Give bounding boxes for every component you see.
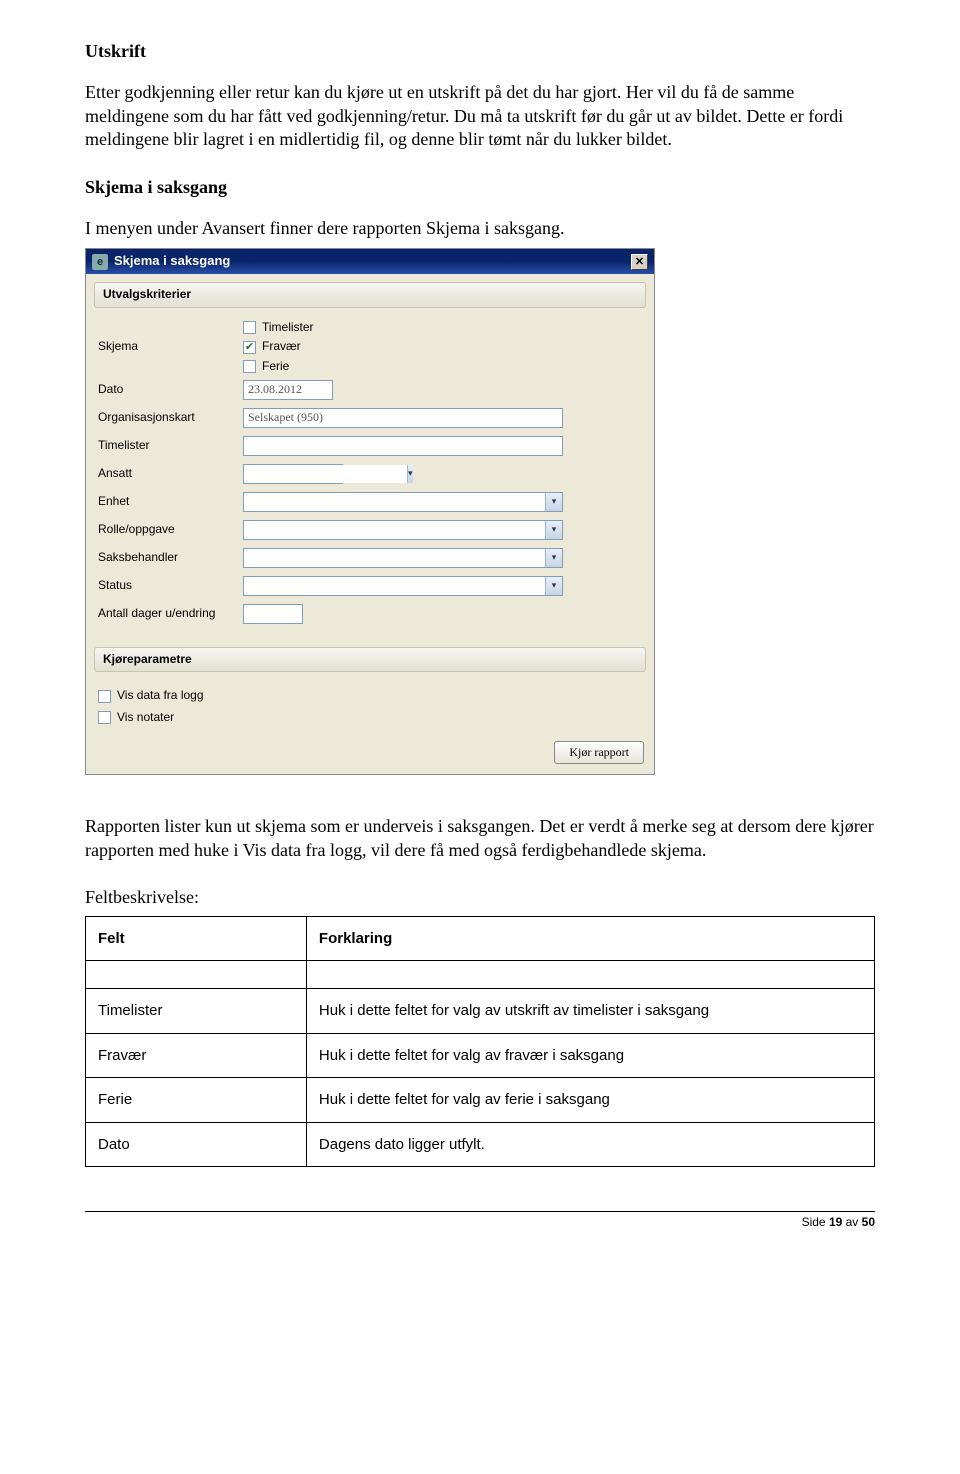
checkbox-ferie[interactable] — [243, 360, 256, 373]
label-skjema: Skjema — [98, 339, 243, 355]
para-1: Etter godkjenning eller retur kan du kjø… — [85, 81, 875, 151]
checkbox-fravaer-label: Fravær — [262, 339, 301, 355]
chevron-down-icon[interactable]: ▾ — [407, 465, 413, 483]
label-saksbehandler: Saksbehandler — [98, 550, 243, 566]
input-dato[interactable] — [243, 380, 333, 400]
app-icon: e — [92, 254, 108, 270]
chevron-down-icon[interactable]: ▾ — [545, 521, 562, 539]
dialog-titlebar: e Skjema i saksgang ✕ — [86, 249, 654, 274]
cell-felt: Timelister — [86, 989, 307, 1034]
combo-enhet[interactable]: ▾ — [243, 492, 563, 512]
combo-rolle-oppgave[interactable]: ▾ — [243, 520, 563, 540]
checkbox-vis-notater[interactable] — [98, 711, 111, 724]
table-header-felt: Felt — [86, 916, 307, 961]
chevron-down-icon[interactable]: ▾ — [545, 549, 562, 567]
label-enhet: Enhet — [98, 494, 243, 510]
checkbox-timelister[interactable] — [243, 321, 256, 334]
para-3: Rapporten lister kun ut skjema som er un… — [85, 815, 875, 862]
cell-felt: Ferie — [86, 1078, 307, 1123]
input-antall-dager[interactable] — [243, 604, 303, 624]
feltbeskrivelse-label: Feltbeskrivelse: — [85, 886, 875, 909]
cell-forklaring: Dagens dato ligger utfylt. — [306, 1122, 874, 1167]
cell-forklaring: Huk i dette feltet for valg av fravær i … — [306, 1033, 874, 1078]
para-2: I menyen under Avansert finner dere rapp… — [85, 217, 875, 240]
cell-felt: Dato — [86, 1122, 307, 1167]
checkbox-vis-notater-label: Vis notater — [117, 710, 174, 726]
table-header-forklaring: Forklaring — [306, 916, 874, 961]
combo-saksbehandler[interactable]: ▾ — [243, 548, 563, 568]
section-utvalgskriterier: Utvalgskriterier — [94, 282, 646, 308]
dialog-title: Skjema i saksgang — [114, 253, 230, 270]
cell-forklaring: Huk i dette feltet for valg av utskrift … — [306, 989, 874, 1034]
label-rolle-oppgave: Rolle/oppgave — [98, 522, 243, 538]
label-status: Status — [98, 578, 243, 594]
footer-total-pages: 50 — [862, 1215, 875, 1229]
checkbox-ferie-label: Ferie — [262, 359, 289, 375]
dialog-skjema-i-saksgang: e Skjema i saksgang ✕ Utvalgskriterier S… — [85, 248, 655, 775]
chevron-down-icon[interactable]: ▾ — [545, 577, 562, 595]
checkbox-vis-data-fra-logg[interactable] — [98, 690, 111, 703]
table-row: Fravær Huk i dette feltet for valg av fr… — [86, 1033, 875, 1078]
checkbox-timelister-label: Timelister — [262, 320, 314, 336]
label-ansatt: Ansatt — [98, 466, 243, 482]
checkbox-fravaer[interactable]: ✔ — [243, 341, 256, 354]
table-row: Timelister Huk i dette feltet for valg a… — [86, 989, 875, 1034]
footer-mid: av — [842, 1215, 861, 1229]
table-row: Ferie Huk i dette feltet for valg av fer… — [86, 1078, 875, 1123]
chevron-down-icon[interactable]: ▾ — [545, 493, 562, 511]
run-report-button[interactable]: Kjør rapport — [554, 741, 644, 764]
checkbox-vis-data-fra-logg-label: Vis data fra logg — [117, 688, 204, 704]
label-organisasjonskart: Organisasjonskart — [98, 410, 243, 426]
label-dato: Dato — [98, 382, 243, 398]
cell-felt: Fravær — [86, 1033, 307, 1078]
combo-ansatt[interactable]: ▾ — [243, 464, 343, 484]
label-antall-dager: Antall dager u/endring — [98, 606, 243, 622]
input-timelister[interactable] — [243, 436, 563, 456]
heading-utskrift: Utskrift — [85, 40, 875, 63]
feltbeskrivelse-table: Felt Forklaring Timelister Huk i dette f… — [85, 916, 875, 1168]
combo-status[interactable]: ▾ — [243, 576, 563, 596]
cell-forklaring: Huk i dette feltet for valg av ferie i s… — [306, 1078, 874, 1123]
input-organisasjonskart[interactable] — [243, 408, 563, 428]
heading-skjema-i-saksgang: Skjema i saksgang — [85, 176, 875, 199]
table-row: Dato Dagens dato ligger utfylt. — [86, 1122, 875, 1167]
close-icon[interactable]: ✕ — [631, 254, 648, 270]
footer-prefix: Side — [802, 1215, 829, 1229]
footer-current-page: 19 — [829, 1215, 842, 1229]
label-timelister: Timelister — [98, 438, 243, 454]
section-kjoreparametre: Kjøreparametre — [94, 647, 646, 673]
page-footer: Side 19 av 50 — [85, 1211, 875, 1231]
